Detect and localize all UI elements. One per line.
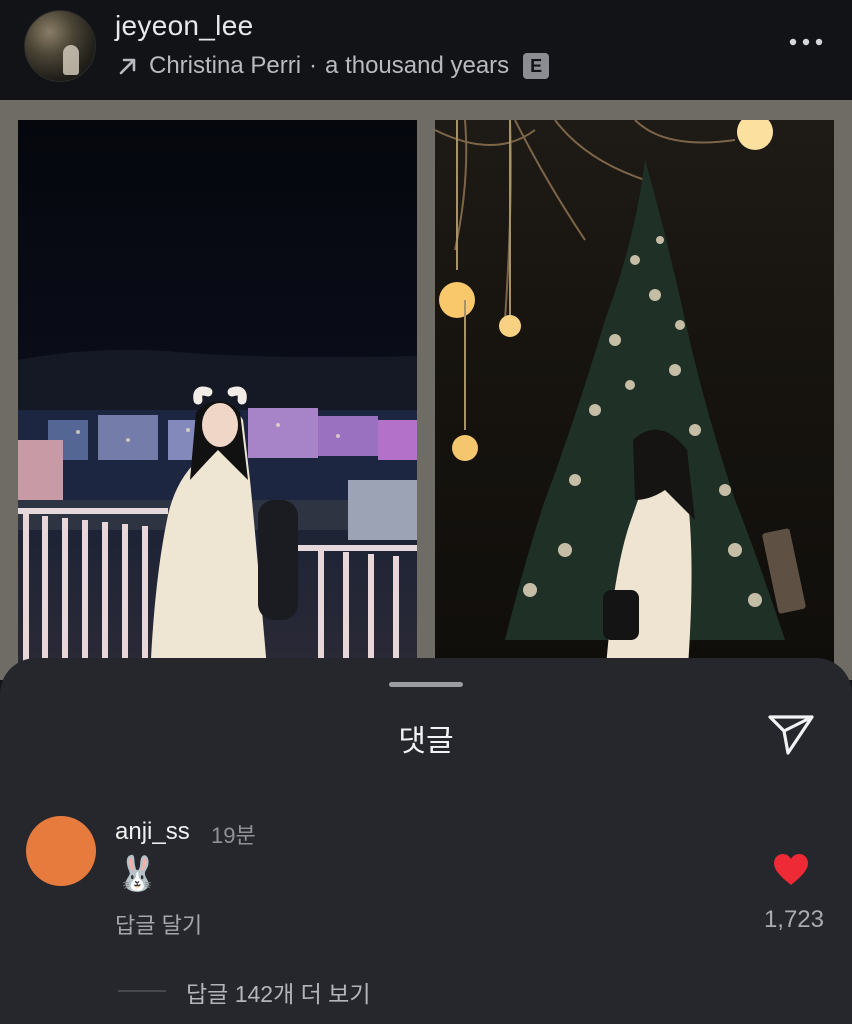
- view-replies[interactable]: 답글 142개 더 보기: [0, 966, 852, 1016]
- comments-sheet: 댓글 anji_ss 19분 🐰 답글 달기 1,723 답글 142개 더 보…: [0, 658, 852, 1024]
- comment-timestamp: 19분: [211, 823, 256, 848]
- post-username[interactable]: jeyeon_lee: [115, 10, 253, 42]
- commenter-avatar[interactable]: [26, 816, 96, 886]
- heart-icon[interactable]: [772, 852, 810, 888]
- music-song: a thousand years: [325, 52, 510, 79]
- photo-left[interactable]: [18, 120, 417, 680]
- comments-sheet-header: 댓글: [0, 658, 852, 785]
- profile-avatar[interactable]: [24, 10, 96, 82]
- photo-right[interactable]: [435, 120, 834, 680]
- commenter-username[interactable]: anji_ss: [115, 818, 190, 846]
- music-info[interactable]: Christina Perri · a thousand years E: [115, 52, 550, 80]
- send-icon[interactable]: [766, 713, 816, 757]
- arrow-up-right-icon: [119, 58, 136, 75]
- music-separator: ·: [309, 52, 318, 79]
- comments-title: 댓글: [398, 725, 454, 758]
- drag-handle[interactable]: [389, 682, 463, 687]
- comment-text: 🐰: [116, 855, 159, 893]
- comment-item: anji_ss 19분 🐰 답글 달기 1,723: [0, 784, 852, 954]
- music-artist: Christina Perri: [149, 52, 302, 79]
- replies-divider: [118, 990, 166, 992]
- reply-button[interactable]: 답글 달기: [115, 908, 202, 940]
- like-count: 1,723: [763, 906, 824, 933]
- post-header: jeyeon_lee Christina Perri · a thousand …: [0, 0, 852, 100]
- explicit-badge: E: [523, 53, 550, 79]
- more-horizontal-icon[interactable]: [788, 34, 824, 50]
- view-replies-link[interactable]: 답글 142개 더 보기: [186, 975, 371, 1009]
- post-photos[interactable]: [0, 100, 852, 680]
